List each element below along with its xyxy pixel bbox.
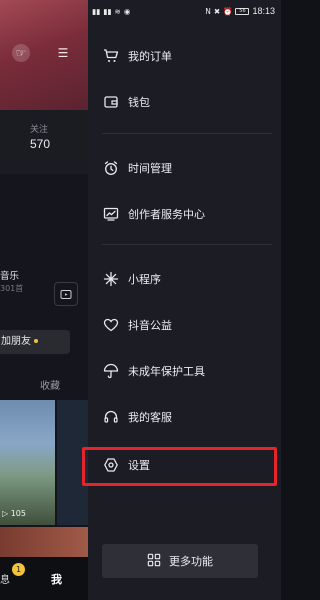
status-bar: ▮▮ ▮▮ ≋ ◉ N ✖ ⏰ 56 18:13 (88, 0, 281, 22)
tv-icon[interactable] (54, 282, 78, 306)
signal-icon: ▮▮ (103, 6, 112, 16)
menu-item-wallet[interactable]: 钱包 (102, 89, 150, 115)
menu-item-label: 时间管理 (128, 162, 172, 175)
follow-stat[interactable]: 关注 570 (0, 110, 88, 174)
menu-item-label: 我的客服 (128, 411, 172, 424)
add-friend-button[interactable]: 加朋友 (0, 330, 70, 354)
music-count: 301首 (0, 284, 24, 293)
creator-chart-icon (102, 205, 120, 223)
alarm-clock-icon (102, 159, 120, 177)
menu-item-orders[interactable]: 我的订单 (102, 43, 172, 69)
video-thumbnail[interactable] (0, 527, 88, 557)
wifi-icon: ≋ (114, 6, 121, 16)
play-count-value: 105 (10, 509, 26, 518)
signal-icon: ▮▮ (92, 6, 101, 16)
play-count: ▷ 105 (2, 509, 26, 518)
notification-dot (34, 339, 38, 343)
background-profile-page: ☞ ☰ 关注 570 音乐 301首 加朋友 收藏 ▷ 105 1 息 我 (0, 0, 88, 600)
hand-pointer-icon[interactable]: ☞ (12, 44, 30, 62)
side-drawer-menu: 我的订单 钱包 时间管理 创作者服务中心 小程序 抖音公益 未成年保护工具 我的… (88, 22, 281, 600)
more-features-label: 更多功能 (169, 555, 213, 568)
music-label: 音乐 (0, 271, 20, 282)
battery-icon: 56 (235, 7, 250, 15)
alarm-icon: ⏰ (223, 6, 233, 16)
mini-program-icon (102, 270, 120, 288)
bottom-tab-bar: 1 息 我 (0, 557, 88, 600)
menu-item-label: 抖音公益 (128, 319, 172, 332)
status-time: 18:13 (252, 6, 275, 16)
tab-collect[interactable]: 收藏 (40, 377, 60, 392)
menu-item-time-management[interactable]: 时间管理 (102, 155, 172, 181)
video-thumbnail[interactable]: ▷ 105 (0, 400, 55, 525)
follow-count: 570 (30, 137, 51, 151)
menu-item-charity[interactable]: 抖音公益 (102, 312, 172, 338)
headset-icon (102, 408, 120, 426)
menu-item-label: 我的订单 (128, 50, 172, 63)
nfc-icon: N (205, 6, 211, 16)
umbrella-icon (102, 362, 120, 380)
status-left: ▮▮ ▮▮ ≋ ◉ (92, 7, 130, 16)
menu-item-minor-protection[interactable]: 未成年保护工具 (102, 358, 205, 384)
more-features-button[interactable]: 更多功能 (102, 544, 258, 578)
status-right: N ✖ ⏰ 56 18:13 (205, 6, 275, 16)
menu-item-label: 未成年保护工具 (128, 365, 205, 378)
grid-apps-icon (147, 552, 161, 571)
notification-icon: ◉ (123, 6, 131, 16)
tab-messages[interactable]: 息 (0, 571, 10, 586)
menu-item-creator-center[interactable]: 创作者服务中心 (102, 201, 205, 227)
menu-item-label: 钱包 (128, 96, 150, 109)
follow-label: 关注 (30, 125, 49, 135)
tab-me[interactable]: 我 (51, 571, 62, 587)
message-badge: 1 (12, 563, 25, 576)
menu-item-customer-service[interactable]: 我的客服 (102, 404, 172, 430)
menu-item-mini-programs[interactable]: 小程序 (102, 266, 161, 292)
settings-highlight-box (82, 447, 277, 486)
divider (102, 133, 272, 134)
hamburger-menu-icon[interactable]: ☰ (54, 44, 72, 62)
wallet-icon (102, 93, 120, 111)
menu-item-label: 创作者服务中心 (128, 208, 205, 221)
charity-heart-icon (102, 316, 120, 334)
mute-icon: ✖ (213, 6, 221, 16)
profile-header-cover: ☞ ☰ (0, 0, 88, 110)
cart-icon (102, 47, 120, 65)
add-friend-label: 加朋友 (1, 336, 31, 347)
menu-item-label: 小程序 (128, 273, 161, 286)
divider (102, 244, 272, 245)
